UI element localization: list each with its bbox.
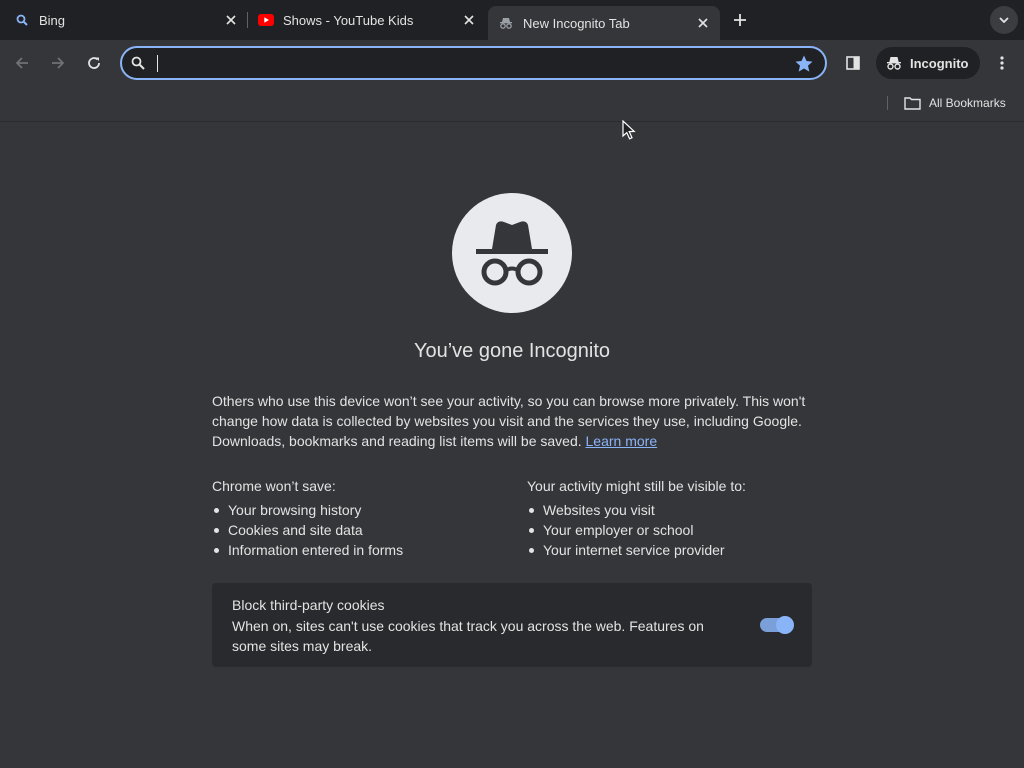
folder-icon — [904, 97, 921, 110]
page-title: You’ve gone Incognito — [413, 340, 611, 362]
forward-arrow-icon — [52, 57, 65, 69]
bookmark-star-icon[interactable] — [794, 54, 814, 74]
text-caret — [157, 55, 158, 72]
forward-button[interactable] — [44, 49, 72, 77]
side-panel-icon — [846, 56, 860, 70]
tab-youtube-kids[interactable]: Shows - YouTube Kids — [258, 0, 478, 40]
tab-new-incognito[interactable]: New Incognito Tab — [488, 6, 720, 40]
tab-title: New Incognito Tab — [523, 15, 630, 31]
cookie-card-description: When on, sites can't use cookies that tr… — [232, 618, 704, 654]
close-tab-icon[interactable] — [694, 14, 712, 32]
bookmarks-separator — [887, 96, 888, 110]
new-tab-button[interactable] — [728, 8, 752, 32]
learn-more-link[interactable]: Learn more — [586, 433, 658, 449]
incognito-logo — [452, 193, 572, 313]
bing-search-icon — [14, 12, 30, 28]
reload-button[interactable] — [80, 49, 108, 77]
close-tab-icon[interactable] — [460, 11, 478, 29]
incognito-icon — [887, 57, 901, 70]
list-item: Information entered in forms — [212, 540, 512, 560]
list-item: Your internet service provider — [527, 540, 827, 560]
list-item: Your employer or school — [527, 520, 827, 540]
incognito-label: Incognito — [910, 55, 969, 71]
back-arrow-icon — [15, 57, 28, 69]
tab-strip: Bing Shows - YouTube Kids New Incognito … — [0, 0, 1024, 40]
wont-save-section: Chrome won’t save: Your browsing history… — [212, 476, 512, 560]
list-item: Cookies and site data — [212, 520, 512, 540]
tab-separator — [247, 12, 248, 28]
menu-button[interactable] — [988, 49, 1016, 77]
description-text: Others who use this device won’t see you… — [212, 393, 806, 449]
all-bookmarks-label: All Bookmarks — [929, 96, 1006, 110]
reload-icon — [88, 57, 100, 69]
bookmarks-bar: All Bookmarks — [0, 86, 1024, 122]
list-item: Your browsing history — [212, 500, 512, 520]
incognito-description: Others who use this device won’t see you… — [212, 391, 816, 451]
chevron-down-icon — [999, 17, 1009, 23]
still-visible-section: Your activity might still be visible to:… — [527, 476, 827, 560]
tab-title: Bing — [39, 12, 66, 28]
wont-save-title: Chrome won’t save: — [212, 478, 336, 494]
incognito-profile-button[interactable]: Incognito — [876, 47, 980, 79]
still-visible-title: Your activity might still be visible to: — [527, 478, 746, 494]
side-panel-button[interactable] — [839, 49, 867, 77]
incognito-icon — [498, 15, 514, 31]
tab-search-button[interactable] — [990, 6, 1018, 34]
address-input[interactable] — [156, 53, 776, 73]
back-button[interactable] — [8, 49, 36, 77]
search-icon — [131, 56, 145, 70]
tab-title: Shows - YouTube Kids — [283, 12, 414, 28]
toggle-knob[interactable] — [776, 616, 794, 634]
third-party-cookies-card: Block third-party cookies When on, sites… — [212, 583, 812, 667]
incognito-spy-icon — [476, 221, 548, 286]
more-vert-icon — [1000, 56, 1004, 70]
youtube-icon — [258, 12, 274, 28]
address-bar[interactable] — [120, 46, 827, 80]
mouse-cursor-icon — [622, 120, 636, 140]
tab-bing[interactable]: Bing — [14, 0, 240, 40]
all-bookmarks-button[interactable]: All Bookmarks — [904, 93, 1006, 113]
cookie-card-title: Block third-party cookies — [232, 597, 385, 613]
close-tab-icon[interactable] — [222, 11, 240, 29]
list-item: Websites you visit — [527, 500, 827, 520]
